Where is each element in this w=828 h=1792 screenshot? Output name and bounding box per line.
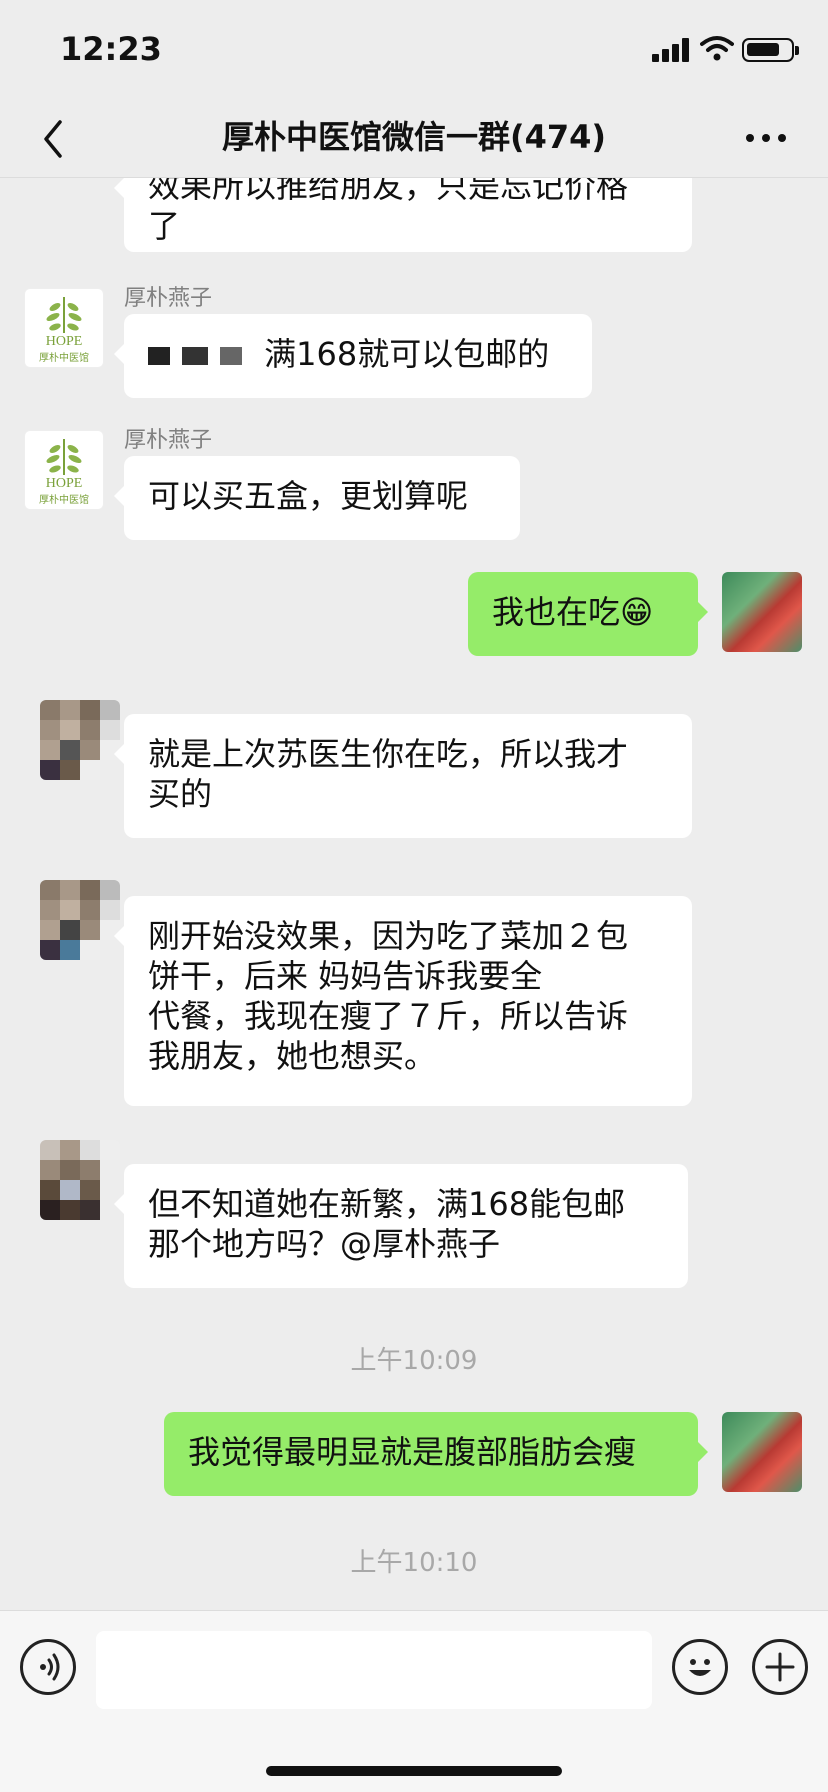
battery-icon bbox=[742, 38, 799, 62]
input-bar bbox=[0, 1610, 828, 1792]
message-text: 了 bbox=[148, 207, 181, 245]
message-text: 我也在吃😁 bbox=[492, 593, 654, 631]
home-indicator bbox=[266, 1766, 562, 1776]
chat-title: 厚朴中医馆微信一群(474) bbox=[221, 118, 607, 156]
status-bar: 12:23 bbox=[0, 0, 828, 100]
message-text: 买的 bbox=[148, 775, 213, 813]
avatar[interactable] bbox=[40, 1140, 120, 1220]
message-text: 我觉得最明显就是腹部脂肪会瘦 bbox=[188, 1433, 637, 1471]
message-bubble[interactable]: 我觉得最明显就是腹部脂肪会瘦 bbox=[164, 1412, 708, 1496]
message-input[interactable] bbox=[96, 1631, 652, 1709]
message-bubble[interactable]: 但不知道她在新繁，满168能包邮 那个地方吗？@厚朴燕子 bbox=[114, 1164, 688, 1288]
hope-logo-icon: HOPE 厚朴中医馆 bbox=[39, 297, 89, 364]
hope-name-text: 厚朴中医馆 bbox=[39, 493, 89, 506]
message-text: 饼干，后来 妈妈告诉我要全 bbox=[148, 957, 543, 995]
plus-icon bbox=[765, 1652, 795, 1682]
message-text: 就是上次苏医生你在吃，所以我才 bbox=[148, 735, 629, 773]
hope-logo-text: HOPE bbox=[46, 334, 83, 349]
avatar[interactable]: HOPE 厚朴中医馆 bbox=[24, 288, 104, 368]
message-bubble[interactable]: 刚开始没效果，因为吃了菜加２包 饼干，后来 妈妈告诉我要全 代餐，我现在瘦了７斤… bbox=[114, 896, 692, 1106]
message-list[interactable]: 效果所以推给朋友，只是忘记价格 了 HOPE 厚朴中医馆 厚朴燕子 满168就可… bbox=[0, 178, 828, 1610]
more-options-icon[interactable] bbox=[746, 132, 786, 144]
message-text: 满168就可以包邮的 bbox=[264, 335, 550, 373]
emoji-button[interactable] bbox=[672, 1639, 728, 1695]
wifi-icon bbox=[700, 36, 734, 61]
emoji-icon bbox=[689, 1659, 711, 1676]
message-bubble[interactable]: 效果所以推给朋友，只是忘记价格 了 bbox=[114, 178, 692, 252]
chat-header: 厚朴中医馆微信一群(474) bbox=[0, 100, 828, 178]
message-bubble[interactable]: 满168就可以包邮的 bbox=[114, 314, 592, 398]
hope-name-text: 厚朴中医馆 bbox=[39, 351, 89, 364]
message-text: 那个地方吗？@厚朴燕子 bbox=[148, 1225, 501, 1263]
sender-name: 厚朴燕子 bbox=[124, 428, 213, 453]
avatar[interactable] bbox=[722, 572, 802, 652]
message-text: 刚开始没效果，因为吃了菜加２包 bbox=[148, 917, 629, 955]
message-text: 效果所以推给朋友，只是忘记价格 bbox=[148, 178, 629, 205]
message-bubble[interactable]: 可以买五盒，更划算呢 bbox=[114, 456, 520, 540]
sender-name: 厚朴燕子 bbox=[124, 286, 213, 311]
timestamp: 上午10:10 bbox=[350, 1548, 478, 1578]
cellular-signal-icon bbox=[652, 38, 692, 62]
status-time: 12:23 bbox=[60, 30, 162, 68]
voice-icon bbox=[40, 1653, 60, 1681]
hope-logo-text: HOPE bbox=[46, 476, 83, 491]
message-bubble[interactable]: 就是上次苏医生你在吃，所以我才 买的 bbox=[114, 714, 692, 838]
timestamp: 上午10:09 bbox=[350, 1346, 478, 1376]
voice-input-button[interactable] bbox=[20, 1639, 76, 1695]
avatar[interactable]: HOPE 厚朴中医馆 bbox=[24, 430, 104, 510]
add-button[interactable] bbox=[752, 1639, 808, 1695]
avatar[interactable] bbox=[722, 1412, 802, 1492]
message-text: 可以买五盒，更划算呢 bbox=[148, 477, 469, 515]
avatar[interactable] bbox=[40, 700, 120, 780]
message-bubble[interactable]: 我也在吃😁 bbox=[468, 572, 708, 656]
avatar[interactable] bbox=[40, 880, 120, 960]
message-text: 我朋友，她也想买。 bbox=[148, 1037, 437, 1075]
hope-logo-icon: HOPE 厚朴中医馆 bbox=[39, 439, 89, 506]
message-text: 代餐，我现在瘦了７斤，所以告诉 bbox=[148, 997, 629, 1035]
message-text: 但不知道她在新繁，满168能包邮 bbox=[148, 1185, 626, 1223]
